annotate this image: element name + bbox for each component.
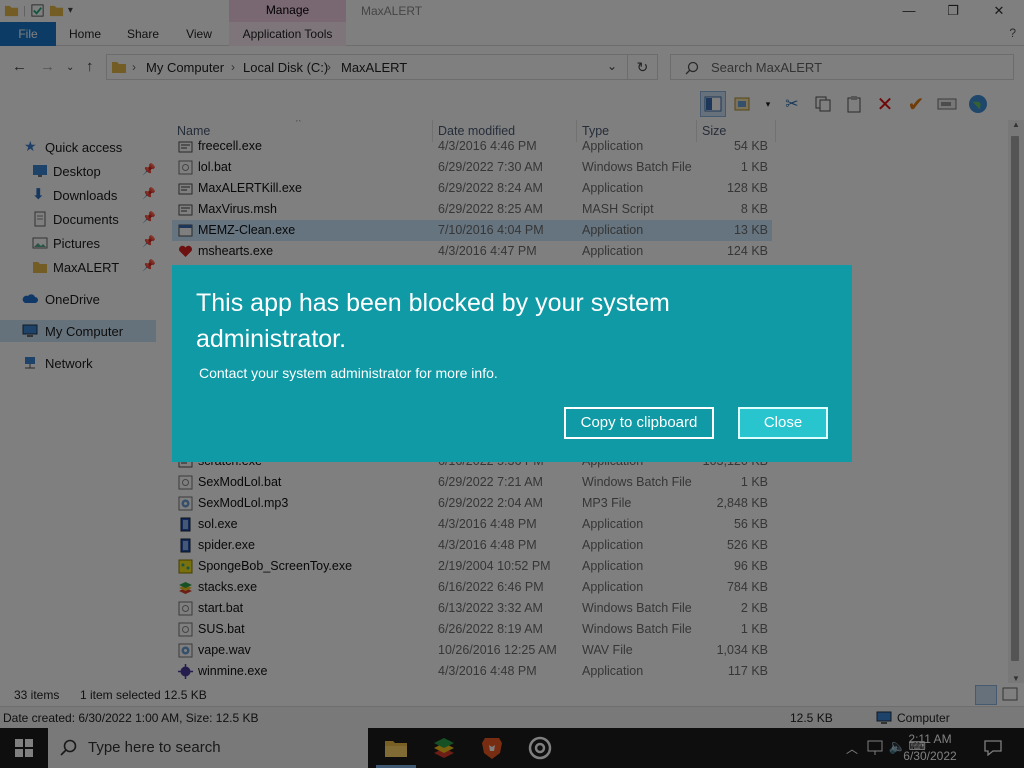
close-dialog-button[interactable]: Close — [738, 407, 828, 439]
app-blocked-dialog: This app has been blocked by your system… — [172, 265, 852, 462]
dialog-message: Contact your system administrator for mo… — [199, 365, 498, 381]
copy-to-clipboard-button[interactable]: Copy to clipboard — [564, 407, 714, 439]
dialog-title: This app has been blocked by your system… — [196, 289, 670, 353]
